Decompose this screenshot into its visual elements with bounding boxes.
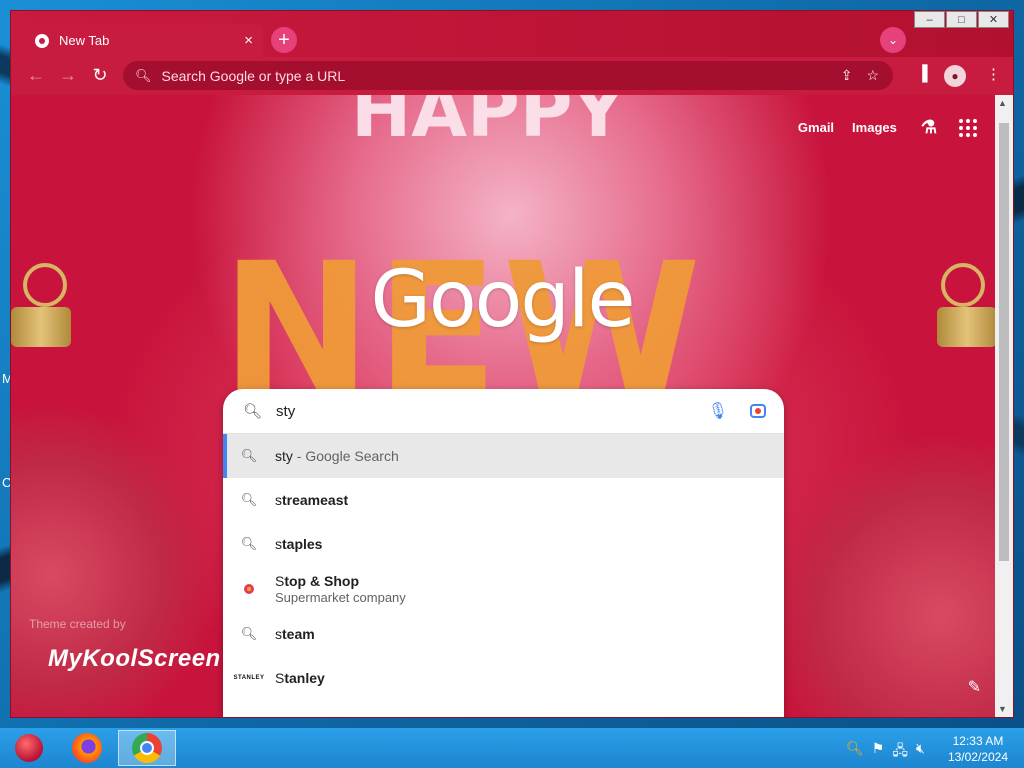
suggestion-text: Stop & Shop Supermarket company xyxy=(275,573,406,605)
suggestion-item[interactable]: STANLEY Stanley xyxy=(223,656,784,700)
bookmark-star-icon[interactable]: ☆ xyxy=(866,67,879,84)
google-apps-grid-icon[interactable] xyxy=(959,118,977,137)
gmail-link[interactable]: Gmail xyxy=(798,120,834,135)
search-icon: 🔍︎ xyxy=(240,536,258,551)
suggestion-item[interactable]: 🔍︎ steam xyxy=(223,612,784,656)
search-dropdown: 🔍︎ sty 🎙︎ 🔍︎ sty - Google Search 🔍︎ streame… xyxy=(223,389,784,717)
labs-flask-icon[interactable]: ⚗ xyxy=(921,117,937,138)
window-controls: – □ ✕ xyxy=(913,11,1009,28)
ornament-cap-left xyxy=(11,307,71,347)
suggestion-text: Stanley xyxy=(275,670,325,686)
clock-date: 13/02/2024 xyxy=(947,750,1008,764)
network-icon[interactable]: 🖧 xyxy=(892,740,908,764)
suggestion-list: 🔍︎ sty - Google Search 🔍︎ streameast 🔍︎ stapl… xyxy=(223,434,784,700)
stop-and-shop-logo-icon xyxy=(236,579,262,599)
system-tray: 🔍︎ ⚑ 🖧 🔇︎ xyxy=(846,740,933,764)
search-input-row[interactable]: 🔍︎ sty 🎙︎ xyxy=(223,389,784,434)
tab-strip: New Tab × + ⌄ – □ ✕ xyxy=(11,11,1013,57)
back-arrow-icon[interactable]: ← xyxy=(24,65,48,86)
scroll-down-arrow-icon[interactable]: ▼ xyxy=(998,704,1007,714)
chrome-icon xyxy=(132,733,162,763)
suggestion-item[interactable]: 🔍︎ staples xyxy=(223,522,784,566)
side-panel-icon[interactable]: ▐ xyxy=(917,65,928,82)
browser-toolbar: ← → ↻ 🔍︎ Search Google or type a URL ⇪ ☆… xyxy=(11,57,1013,95)
suggestion-item[interactable]: 🔍︎ sty - Google Search xyxy=(223,434,784,478)
suggestion-text: staples xyxy=(275,536,323,552)
images-link[interactable]: Images xyxy=(852,120,897,135)
start-button[interactable] xyxy=(0,730,58,766)
clock[interactable]: 12:33 AM 13/02/2024 xyxy=(948,733,1008,765)
share-icon[interactable]: ⇪ xyxy=(841,67,853,84)
search-icon: 🔍︎ xyxy=(135,67,152,83)
voice-search-mic-icon[interactable]: 🎙︎ xyxy=(708,401,728,421)
maximize-button[interactable]: □ xyxy=(946,11,977,28)
suggestion-text: streameast xyxy=(275,492,349,508)
search-icon: 🔍︎ xyxy=(240,626,258,641)
scroll-up-arrow-icon[interactable]: ▲ xyxy=(998,98,1007,108)
customize-pencil-icon[interactable]: ✎ xyxy=(968,677,981,697)
google-logo: Google xyxy=(370,255,635,345)
taskbar-firefox[interactable] xyxy=(58,730,116,766)
search-icon: 🔍︎ xyxy=(240,492,258,507)
omnibox[interactable]: 🔍︎ Search Google or type a URL ⇪ ☆ xyxy=(123,61,893,90)
clock-time: 12:33 AM xyxy=(952,734,1004,748)
firefox-icon xyxy=(72,733,102,763)
suggestion-subtitle: Supermarket company xyxy=(275,590,406,605)
profile-avatar-icon[interactable]: ● xyxy=(944,65,966,87)
theme-happy-text: HAPPY xyxy=(351,95,625,153)
suggestion-item[interactable]: 🔍︎ streameast xyxy=(223,478,784,522)
suggestion-item[interactable]: Stop & Shop Supermarket company xyxy=(223,566,784,612)
new-tab-button[interactable]: + xyxy=(271,27,297,53)
ornament-cap-right xyxy=(937,307,997,347)
ornament-ring-left xyxy=(23,263,67,307)
omnibox-placeholder: Search Google or type a URL xyxy=(161,67,346,84)
theme-credit: Theme created by xyxy=(29,617,126,631)
scroll-thumb[interactable] xyxy=(999,123,1009,561)
chrome-window: New Tab × + ⌄ – □ ✕ ← → ↻ 🔍︎ Search Goog… xyxy=(10,10,1014,718)
taskbar-chrome[interactable] xyxy=(118,730,176,766)
ntp-header-links: Gmail Images ⚗ xyxy=(780,117,977,138)
google-lens-camera-icon[interactable] xyxy=(750,404,766,418)
page-scrollbar[interactable]: ▲ ▼ xyxy=(995,95,1013,717)
taskbar: 🔍︎ ⚑ 🖧 🔇︎ 12:33 AM 13/02/2024 xyxy=(0,728,1024,768)
start-orb-icon xyxy=(15,734,43,762)
minimize-button[interactable]: – xyxy=(914,11,945,28)
chrome-favicon-icon xyxy=(35,33,49,48)
suggestion-text: sty - Google Search xyxy=(275,448,399,464)
forward-arrow-icon[interactable]: → xyxy=(56,65,80,86)
ornament-ring-right xyxy=(941,263,985,307)
reload-icon[interactable]: ↻ xyxy=(88,65,112,86)
tab-title: New Tab xyxy=(59,33,110,48)
suggestion-text: steam xyxy=(275,626,315,642)
tab-new-tab[interactable]: New Tab × xyxy=(25,24,263,57)
search-input[interactable]: sty xyxy=(276,403,708,420)
new-tab-page: HAPPY NEW Gmail Images ⚗ Google Theme cr… xyxy=(11,95,997,717)
volume-muted-icon[interactable]: 🔇︎ xyxy=(916,740,925,764)
search-tray-icon[interactable]: 🔍︎ xyxy=(846,740,864,764)
tab-close-icon[interactable]: × xyxy=(244,32,253,49)
menu-kebab-icon[interactable]: ⋮ xyxy=(986,65,1001,83)
close-window-button[interactable]: ✕ xyxy=(978,11,1009,28)
tab-search-button[interactable]: ⌄ xyxy=(880,27,906,53)
search-icon: 🔍︎ xyxy=(240,448,258,463)
search-icon: 🔍︎ xyxy=(243,403,263,420)
theme-brand-link[interactable]: MyKoolScreen xyxy=(48,645,221,673)
stanley-logo-icon: STANLEY xyxy=(233,675,265,681)
flag-icon[interactable]: ⚑ xyxy=(872,740,885,764)
